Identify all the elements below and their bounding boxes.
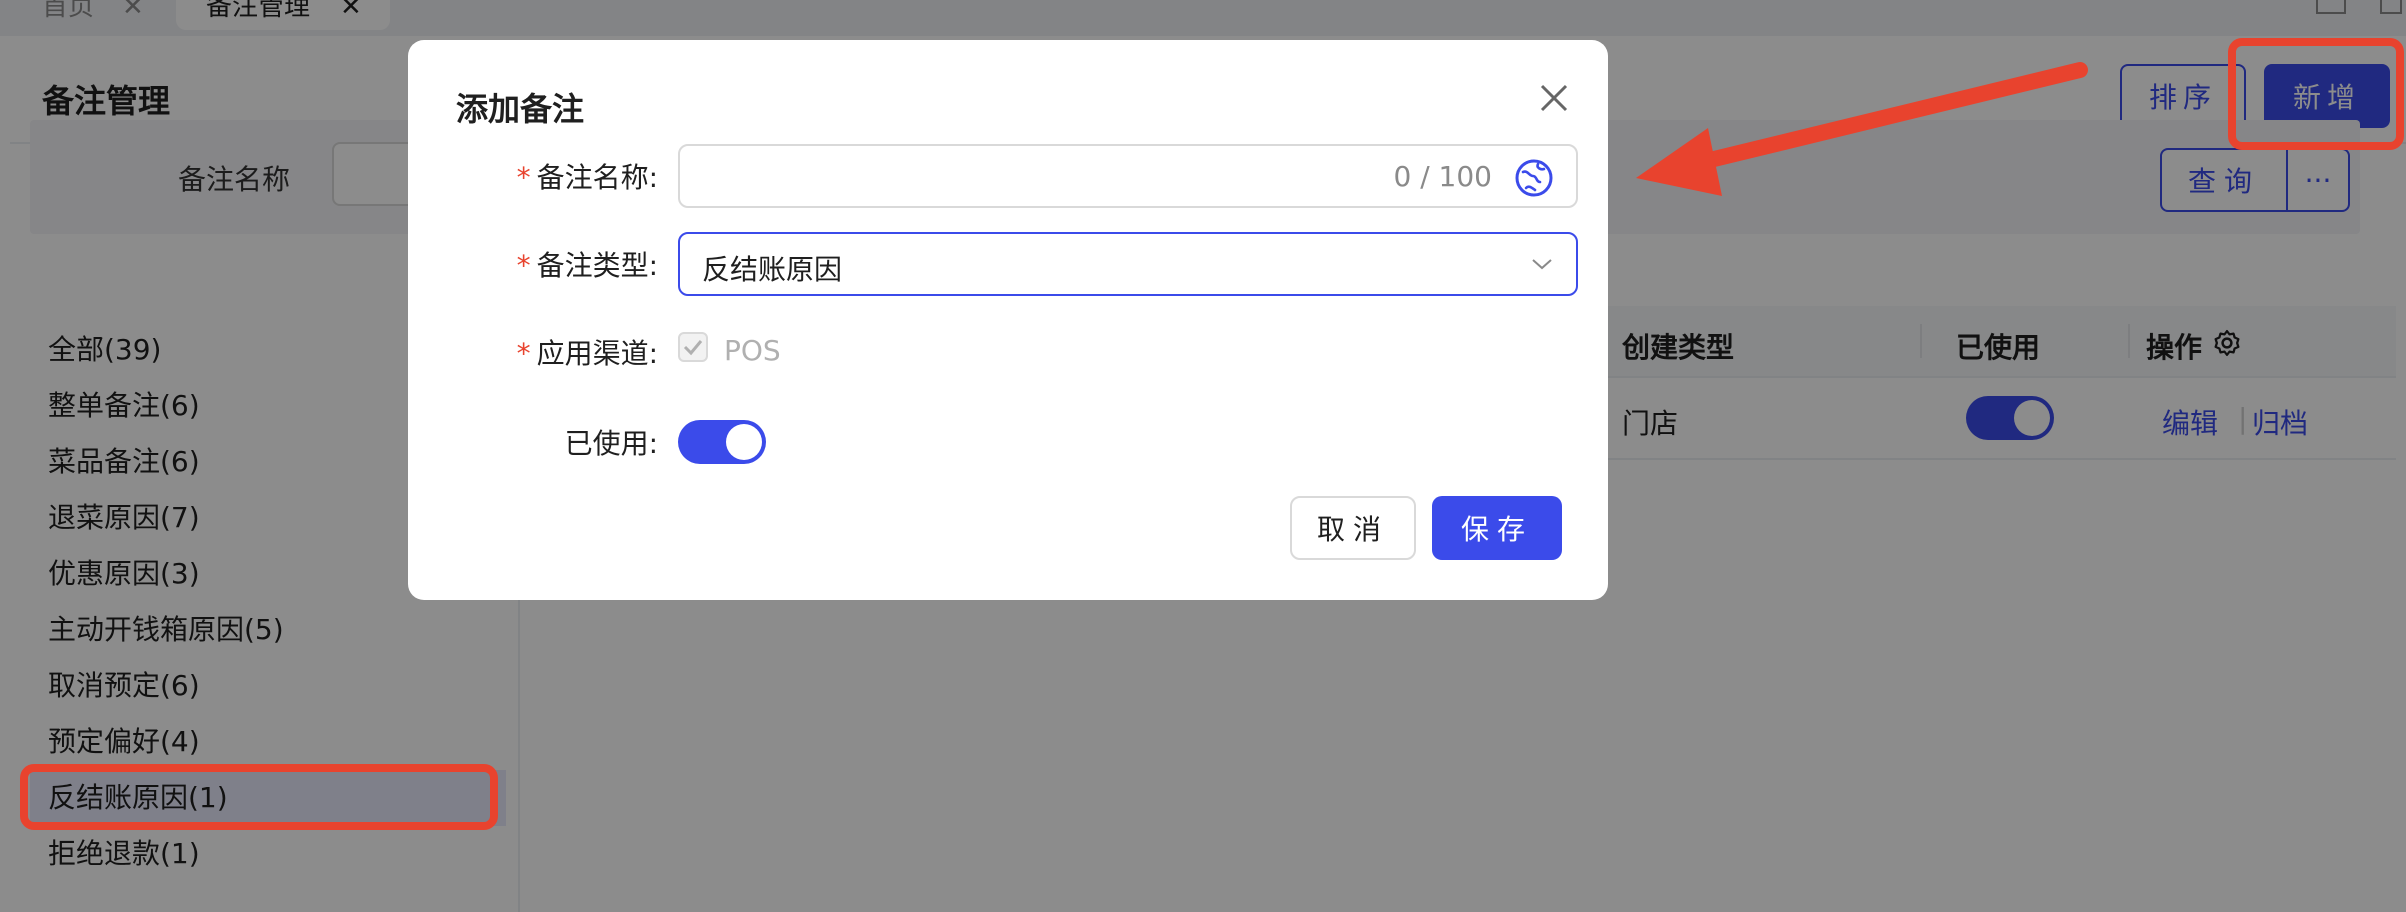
char-counter: 0 / 100: [1393, 160, 1493, 193]
channel-pos-checkbox[interactable]: [678, 332, 708, 362]
add-note-dialog: 添加备注 * 备注名称: 0 / 100 * 备注类型: 反结账原因 * 应用渠道:: [408, 40, 1608, 600]
required-mark: *: [516, 161, 531, 194]
chevron-down-icon: [1532, 259, 1552, 270]
save-button[interactable]: 保存: [1432, 496, 1562, 560]
required-mark: *: [516, 337, 531, 370]
note-name-label-text: 备注名称:: [536, 161, 658, 194]
note-name-label: * 备注名称:: [408, 156, 658, 196]
channel-label: * 应用渠道:: [408, 332, 658, 372]
note-name-input[interactable]: 0 / 100: [678, 144, 1578, 208]
checkmark-icon: [683, 340, 703, 356]
note-type-value: 反结账原因: [702, 253, 843, 286]
required-mark: *: [516, 249, 531, 282]
cancel-button[interactable]: 取消: [1290, 496, 1416, 560]
dialog-title: 添加备注: [456, 90, 585, 128]
close-icon[interactable]: [1534, 78, 1574, 118]
switch-knob: [726, 424, 762, 460]
used-label: 已使用:: [564, 427, 658, 460]
note-type-select[interactable]: 反结账原因: [678, 232, 1578, 296]
note-type-label-text: 备注类型:: [536, 249, 658, 282]
channel-label-text: 应用渠道:: [536, 337, 658, 370]
channel-pos-label: POS: [724, 334, 781, 367]
note-type-label: * 备注类型:: [408, 244, 658, 284]
translate-globe-icon[interactable]: [1514, 158, 1554, 198]
used-switch[interactable]: [678, 420, 766, 464]
